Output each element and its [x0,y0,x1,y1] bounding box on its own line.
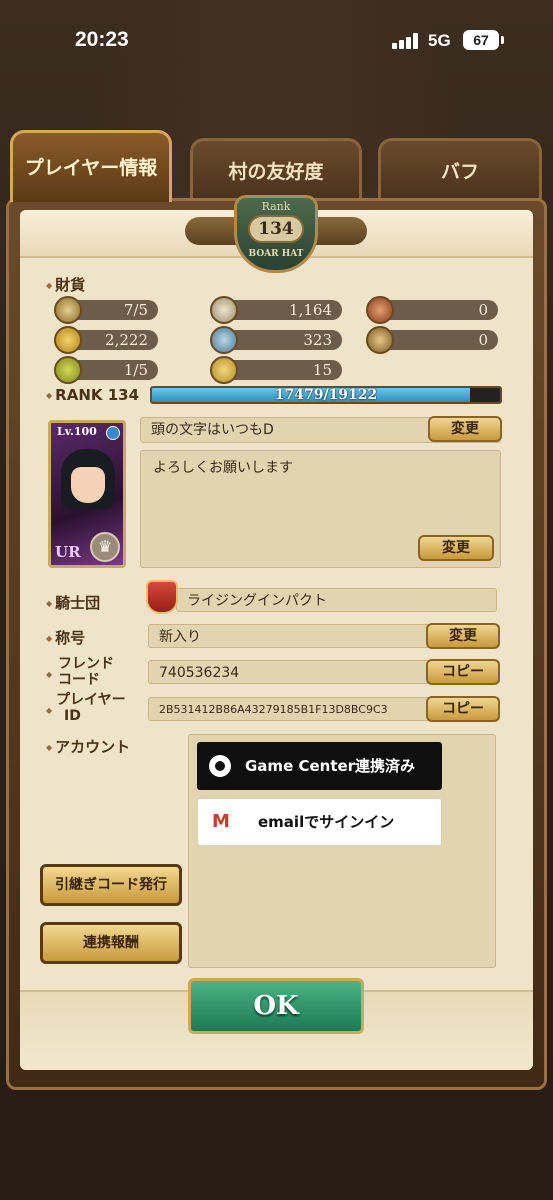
card-level: Lv.100 [57,425,97,438]
friend-code-label: フレンド コード [58,656,114,688]
rank-badge-value: 134 [248,215,304,243]
rank-badge: Rank 134 BOAR HAT [185,195,367,273]
gold-coin-icon [54,326,82,354]
account-label: アカウント [46,736,130,757]
card-element-icon [106,426,120,440]
rank-badge-subtitle: BOAR HAT [248,249,304,259]
character-card[interactable]: Lv.100 UR ♛ [48,420,126,568]
email-signin-button[interactable]: M emailでサインイン [197,798,442,846]
title-change-button[interactable]: 変更 [428,416,502,442]
card-rarity: UR [55,543,81,561]
rank-label: RANK 134 [46,386,139,404]
status-bar: 20:23 5G 67 [0,0,553,80]
honor-label: 称号 [46,627,85,648]
guild-emblem-icon [146,580,178,614]
battery-icon: 67 [463,30,504,50]
tab-buff[interactable]: バフ [378,138,542,200]
gmail-icon: M [212,811,230,832]
comment-text: よろしくお願いします [153,460,293,476]
blue-coin-icon [210,326,238,354]
guild-label: 騎士団 [46,592,100,613]
rank-progress-bar: 17479/19122 [150,386,502,404]
link-reward-button[interactable]: 連携報酬 [40,922,182,964]
currency-label: 財貨 [46,274,85,295]
game-center-label: Game Center連携済み [245,757,416,775]
crest-icon: ♛ [90,532,120,562]
friend-code-label-line2: コード [58,672,100,688]
player-id-copy-button[interactable]: コピー [426,696,500,722]
signal-icon [392,33,420,49]
currency-value-ring: 15 [222,360,342,380]
player-id-bullet: ◆ [46,706,53,715]
friend-code-bullet: ◆ [46,670,53,679]
status-time: 20:23 [75,28,129,51]
swords-icon [54,296,82,324]
honor-change-button[interactable]: 変更 [426,623,500,649]
tab-village-friendship[interactable]: 村の友好度 [190,138,362,200]
game-center-button[interactable]: Game Center連携済み [197,742,442,790]
transfer-code-button[interactable]: 引継ぎコード発行 [40,864,182,906]
gold-ring-icon [210,356,238,384]
currency-value-red-medal: 0 [378,300,498,320]
gold-medal-icon [366,326,394,354]
friend-code-copy-button[interactable]: コピー [426,659,500,685]
player-id-label-line2: ID [64,708,81,724]
player-id-label: プレイヤー ID [56,692,126,724]
tab-player-info[interactable]: プレイヤー情報 [10,130,172,202]
currency-value-blue: 323 [222,330,342,350]
network-type: 5G [428,31,451,50]
game-center-icon [209,755,231,777]
character-face [71,467,105,503]
currency-value-silver: 1,164 [222,300,342,320]
ok-button[interactable]: OK [188,978,364,1034]
guild-name-field: ライジングインパクト [176,588,497,612]
currency-value-gold-medal: 0 [378,330,498,350]
red-medal-icon [366,296,394,324]
player-id-label-line1: プレイヤー [56,692,126,708]
rank-badge-label: Rank [261,200,291,213]
friend-code-label-line1: フレンド [58,656,114,672]
silver-coin-icon [210,296,238,324]
green-orb-icon [54,356,82,384]
rank-progress-text: 17479/19122 [274,387,378,403]
comment-change-button[interactable]: 変更 [418,535,494,561]
email-signin-label: emailでサインイン [258,813,395,831]
